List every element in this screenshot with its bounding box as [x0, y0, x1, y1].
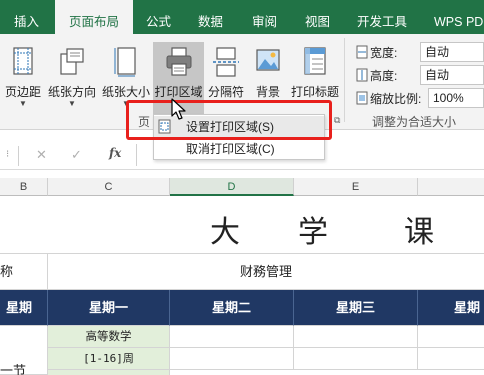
scale-group-label: 调整为合适大小	[372, 115, 457, 129]
orientation-dropdown-icon: ▼	[68, 99, 76, 108]
size-label: 纸张大小	[101, 85, 150, 99]
tab-review[interactable]: 审阅	[252, 0, 277, 34]
breaks-icon	[213, 47, 239, 77]
background-label: 背景	[255, 85, 280, 99]
scale-percent-row: 缩放比例: 100%	[352, 88, 484, 108]
tab-wps-pdf[interactable]: WPS PDF	[434, 0, 484, 34]
orientation-icon	[60, 48, 84, 75]
tab-developer[interactable]: 开发工具	[357, 0, 407, 34]
spreadsheet-grid: 大 学 课 称 财務管理 星期 星期一 星期二 星期三 星期 一节 高等数学 […	[0, 196, 484, 375]
scale-label: 缩放比例:	[370, 92, 422, 106]
scale-percent-input[interactable]: 100%	[428, 88, 484, 108]
title-char-3: 课	[404, 215, 434, 250]
background-image-icon	[256, 49, 280, 71]
course-extra-cell[interactable]	[48, 370, 170, 375]
page-setup-launcher-icon[interactable]: ⧉	[334, 115, 340, 126]
margins-button[interactable]: 页边距 ▼	[2, 42, 44, 126]
scale-height-row: 高度: 自动	[352, 65, 484, 85]
insert-function-icon[interactable]: fx	[109, 146, 121, 160]
margins-dropdown-icon: ▼	[19, 99, 27, 108]
cancel-icon[interactable]: ✕	[36, 147, 47, 163]
column-header-c[interactable]: C	[48, 178, 170, 196]
column-header-d[interactable]: D	[170, 178, 294, 196]
width-label: 宽度:	[370, 46, 398, 60]
tue-cell-2[interactable]	[170, 348, 294, 370]
print-titles-label: 打印标题	[290, 85, 339, 99]
height-label: 高度:	[370, 69, 398, 83]
paper-size-icon	[114, 47, 136, 77]
enter-icon[interactable]: ✓	[71, 147, 82, 163]
scale-width-row: 宽度: 自动	[352, 42, 484, 62]
weekday-header-mon[interactable]: 星期一	[48, 290, 170, 326]
margins-icon	[13, 47, 33, 75]
mouse-cursor-icon	[171, 98, 186, 120]
wed-cell-2[interactable]	[294, 348, 418, 370]
tab-page-layout[interactable]: 页面布局	[55, 0, 133, 36]
course-weeks-cell[interactable]: [1-16]周	[48, 348, 170, 370]
scale-icon	[356, 91, 368, 105]
print-area-icon	[166, 47, 191, 76]
tab-insert[interactable]: 插入	[14, 0, 39, 34]
orientation-label: 纸张方向	[47, 85, 96, 99]
tab-data[interactable]: 数据	[198, 0, 223, 34]
name-cell[interactable]: 称	[0, 254, 48, 290]
title-char-1: 大	[210, 215, 240, 250]
height-icon	[356, 68, 368, 82]
highlight-annotation	[126, 100, 332, 140]
clear-print-area-label: 取消打印区域(C)	[186, 142, 275, 156]
width-select[interactable]: 自动	[420, 42, 484, 62]
department-cell[interactable]: 财務管理	[48, 254, 484, 290]
height-select[interactable]: 自动	[420, 65, 484, 85]
clear-print-area-item[interactable]: 取消打印区域(C)	[154, 138, 324, 160]
title-char-2: 学	[298, 215, 328, 250]
ribbon-tab-bar: 插入 页面布局 公式 数据 审阅 视图 开发工具 WPS PDF	[0, 0, 484, 36]
weekday-header-partial[interactable]: 星期	[0, 290, 48, 326]
formula-bar-divider	[18, 146, 19, 166]
tue-cell-1[interactable]	[170, 326, 294, 348]
ribbon-separator	[344, 38, 345, 122]
tab-formulas[interactable]: 公式	[146, 0, 171, 34]
breaks-label: 分隔符	[207, 85, 244, 99]
margins-label: 页边距	[4, 85, 41, 99]
width-icon	[356, 45, 368, 59]
weekday-header-thu[interactable]: 星期	[418, 290, 484, 326]
orientation-button[interactable]: 纸张方向 ▼	[46, 42, 98, 126]
print-titles-icon	[304, 47, 326, 75]
thu-cell-2[interactable]	[418, 348, 484, 370]
column-header-e[interactable]: E	[294, 178, 418, 196]
weekday-header-tue[interactable]: 星期二	[170, 290, 294, 326]
column-header-f[interactable]	[418, 178, 484, 196]
period-label: 一节	[0, 363, 27, 375]
wed-cell-1[interactable]	[294, 326, 418, 348]
weekday-header-wed[interactable]: 星期三	[294, 290, 418, 326]
column-header-b[interactable]: B	[0, 178, 48, 196]
course-name-cell[interactable]: 高等数学	[48, 326, 170, 348]
formula-bar-grip-icon: ⁝	[6, 149, 10, 160]
tab-view[interactable]: 视图	[305, 0, 330, 34]
thu-cell-1[interactable]	[418, 326, 484, 348]
